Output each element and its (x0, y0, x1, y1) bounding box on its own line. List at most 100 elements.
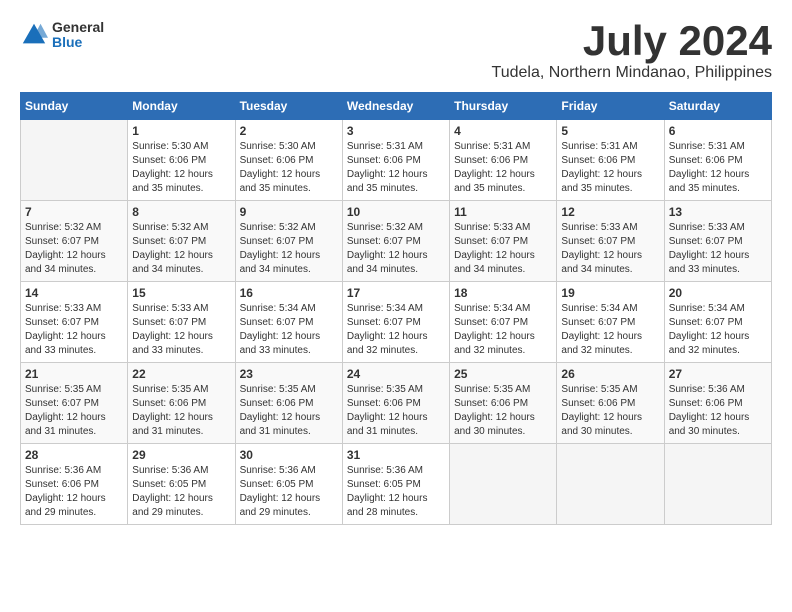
day-info: Sunrise: 5:33 AMSunset: 6:07 PMDaylight:… (669, 221, 767, 277)
day-info: Sunrise: 5:35 AMSunset: 6:06 PMDaylight:… (132, 383, 230, 439)
day-number: 27 (669, 367, 767, 381)
day-info: Sunrise: 5:34 AMSunset: 6:07 PMDaylight:… (669, 302, 767, 358)
day-number: 14 (25, 286, 123, 300)
calendar-week-2: 7Sunrise: 5:32 AMSunset: 6:07 PMDaylight… (21, 201, 772, 282)
calendar-cell: 12 Sunrise: 5:33 AMSunset: 6:07 PMDayligh… (557, 201, 664, 282)
calendar-cell: 26Sunrise: 5:35 AMSunset: 6:06 PMDayligh… (557, 363, 664, 444)
day-info: Sunrise: 5:36 AMSunset: 6:05 PMDaylight:… (240, 464, 338, 520)
day-number: 31 (347, 448, 445, 462)
month-title: July 2024 (492, 20, 772, 62)
day-number: 17 (347, 286, 445, 300)
calendar-week-1: 1 Sunrise: 5:30 AMSunset: 6:06 PMDaylight… (21, 120, 772, 201)
calendar-cell: 31 Sunrise: 5:36 AMSunset: 6:05 PMDayligh… (342, 444, 449, 525)
day-number: 28 (25, 448, 123, 462)
days-header-row: SundayMondayTuesdayWednesdayThursdayFrid… (21, 93, 772, 120)
calendar-cell: 16 Sunrise: 5:34 AMSunset: 6:07 PMDayligh… (235, 282, 342, 363)
calendar-cell: 6 Sunrise: 5:31 AMSunset: 6:06 PMDaylight… (664, 120, 771, 201)
day-number: 16 (240, 286, 338, 300)
day-info: Sunrise: 5:35 AMSunset: 6:06 PMDaylight:… (561, 383, 659, 439)
title-section: July 2024 Tudela, Northern Mindanao, Phi… (492, 20, 772, 82)
day-info: Sunrise: 5:33 AMSunset: 6:07 PMDaylight:… (25, 302, 123, 358)
day-number: 19 (561, 286, 659, 300)
calendar-week-4: 21Sunrise: 5:35 AMSunset: 6:07 PMDayligh… (21, 363, 772, 444)
day-number: 30 (240, 448, 338, 462)
day-info: Sunrise: 5:35 AMSunset: 6:06 PMDaylight:… (454, 383, 552, 439)
day-header-tuesday: Tuesday (235, 93, 342, 120)
day-number: 22 (132, 367, 230, 381)
day-info: Sunrise: 5:32 AMSunset: 6:07 PMDaylight:… (347, 221, 445, 277)
calendar-cell: 28 Sunrise: 5:36 AMSunset: 6:06 PMDayligh… (21, 444, 128, 525)
calendar-cell (664, 444, 771, 525)
day-header-friday: Friday (557, 93, 664, 120)
calendar-cell: 7Sunrise: 5:32 AMSunset: 6:07 PMDaylight… (21, 201, 128, 282)
day-number: 21 (25, 367, 123, 381)
calendar-cell: 10 Sunrise: 5:32 AMSunset: 6:07 PMDayligh… (342, 201, 449, 282)
day-info: Sunrise: 5:36 AMSunset: 6:06 PMDaylight:… (669, 383, 767, 439)
day-number: 23 (240, 367, 338, 381)
day-number: 6 (669, 124, 767, 138)
day-info: Sunrise: 5:30 AMSunset: 6:06 PMDaylight:… (132, 140, 230, 196)
calendar-cell: 17 Sunrise: 5:34 AMSunset: 6:07 PMDayligh… (342, 282, 449, 363)
calendar-cell: 18 Sunrise: 5:34 AMSunset: 6:07 PMDayligh… (450, 282, 557, 363)
calendar-cell: 9Sunrise: 5:32 AMSunset: 6:07 PMDaylight… (235, 201, 342, 282)
calendar-cell: 20Sunrise: 5:34 AMSunset: 6:07 PMDayligh… (664, 282, 771, 363)
calendar-cell (557, 444, 664, 525)
calendar-cell: 1 Sunrise: 5:30 AMSunset: 6:06 PMDaylight… (128, 120, 235, 201)
day-info: Sunrise: 5:31 AMSunset: 6:06 PMDaylight:… (347, 140, 445, 196)
day-info: Sunrise: 5:33 AMSunset: 6:07 PMDaylight:… (561, 221, 659, 277)
calendar-cell: 14 Sunrise: 5:33 AMSunset: 6:07 PMDayligh… (21, 282, 128, 363)
calendar-cell (450, 444, 557, 525)
day-number: 1 (132, 124, 230, 138)
calendar-cell: 11 Sunrise: 5:33 AMSunset: 6:07 PMDayligh… (450, 201, 557, 282)
calendar-body: 1 Sunrise: 5:30 AMSunset: 6:06 PMDaylight… (21, 120, 772, 525)
calendar-cell: 19Sunrise: 5:34 AMSunset: 6:07 PMDayligh… (557, 282, 664, 363)
calendar-cell: 13 Sunrise: 5:33 AMSunset: 6:07 PMDayligh… (664, 201, 771, 282)
day-info: Sunrise: 5:32 AMSunset: 6:07 PMDaylight:… (25, 221, 123, 277)
location-title: Tudela, Northern Mindanao, Philippines (492, 64, 772, 82)
calendar-cell: 5 Sunrise: 5:31 AMSunset: 6:06 PMDaylight… (557, 120, 664, 201)
day-header-sunday: Sunday (21, 93, 128, 120)
day-info: Sunrise: 5:30 AMSunset: 6:06 PMDaylight:… (240, 140, 338, 196)
day-number: 13 (669, 205, 767, 219)
day-info: Sunrise: 5:34 AMSunset: 6:07 PMDaylight:… (454, 302, 552, 358)
day-number: 5 (561, 124, 659, 138)
calendar-cell: 3Sunrise: 5:31 AMSunset: 6:06 PMDaylight… (342, 120, 449, 201)
day-info: Sunrise: 5:34 AMSunset: 6:07 PMDaylight:… (240, 302, 338, 358)
day-number: 9 (240, 205, 338, 219)
calendar-table: SundayMondayTuesdayWednesdayThursdayFrid… (20, 92, 772, 525)
day-number: 24 (347, 367, 445, 381)
calendar-cell: 4 Sunrise: 5:31 AMSunset: 6:06 PMDaylight… (450, 120, 557, 201)
day-info: Sunrise: 5:35 AMSunset: 6:06 PMDaylight:… (347, 383, 445, 439)
calendar-cell: 29Sunrise: 5:36 AMSunset: 6:05 PMDayligh… (128, 444, 235, 525)
logo-text: General Blue (52, 20, 104, 51)
day-info: Sunrise: 5:35 AMSunset: 6:06 PMDaylight:… (240, 383, 338, 439)
calendar-week-5: 28 Sunrise: 5:36 AMSunset: 6:06 PMDayligh… (21, 444, 772, 525)
calendar-cell: 30 Sunrise: 5:36 AMSunset: 6:05 PMDayligh… (235, 444, 342, 525)
day-header-wednesday: Wednesday (342, 93, 449, 120)
calendar-cell: 21Sunrise: 5:35 AMSunset: 6:07 PMDayligh… (21, 363, 128, 444)
day-number: 10 (347, 205, 445, 219)
day-number: 8 (132, 205, 230, 219)
day-number: 12 (561, 205, 659, 219)
day-info: Sunrise: 5:36 AMSunset: 6:06 PMDaylight:… (25, 464, 123, 520)
day-info: Sunrise: 5:31 AMSunset: 6:06 PMDaylight:… (454, 140, 552, 196)
day-info: Sunrise: 5:33 AMSunset: 6:07 PMDaylight:… (454, 221, 552, 277)
day-info: Sunrise: 5:36 AMSunset: 6:05 PMDaylight:… (132, 464, 230, 520)
day-info: Sunrise: 5:36 AMSunset: 6:05 PMDaylight:… (347, 464, 445, 520)
day-number: 11 (454, 205, 552, 219)
day-info: Sunrise: 5:31 AMSunset: 6:06 PMDaylight:… (669, 140, 767, 196)
day-number: 25 (454, 367, 552, 381)
day-number: 18 (454, 286, 552, 300)
calendar-cell: 2 Sunrise: 5:30 AMSunset: 6:06 PMDaylight… (235, 120, 342, 201)
calendar-cell: 27 Sunrise: 5:36 AMSunset: 6:06 PMDayligh… (664, 363, 771, 444)
calendar-cell: 8Sunrise: 5:32 AMSunset: 6:07 PMDaylight… (128, 201, 235, 282)
day-header-thursday: Thursday (450, 93, 557, 120)
calendar-cell: 24 Sunrise: 5:35 AMSunset: 6:06 PMDayligh… (342, 363, 449, 444)
day-header-monday: Monday (128, 93, 235, 120)
day-number: 2 (240, 124, 338, 138)
day-number: 4 (454, 124, 552, 138)
day-number: 15 (132, 286, 230, 300)
day-info: Sunrise: 5:34 AMSunset: 6:07 PMDaylight:… (347, 302, 445, 358)
day-info: Sunrise: 5:33 AMSunset: 6:07 PMDaylight:… (132, 302, 230, 358)
day-info: Sunrise: 5:31 AMSunset: 6:06 PMDaylight:… (561, 140, 659, 196)
